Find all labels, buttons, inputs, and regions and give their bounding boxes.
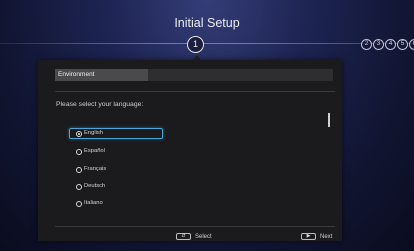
language-label: Español <box>84 148 105 154</box>
step-indicator: 3 <box>373 39 384 50</box>
language-option-espanol[interactable]: Español <box>69 146 163 157</box>
language-label: Deutsch <box>84 183 106 189</box>
language-option-english[interactable]: English <box>69 128 163 139</box>
language-option-italiano[interactable]: Italiano <box>69 198 163 209</box>
radio-icon <box>76 148 82 155</box>
language-option-francais[interactable]: Français <box>69 164 163 175</box>
step-row: 2 3 4 5 6 <box>361 39 414 50</box>
panel-header: Environment <box>55 69 333 81</box>
scroll-indicator[interactable] <box>328 113 330 127</box>
select-hint[interactable]: ⇵ Select <box>176 233 212 240</box>
language-prompt: Please select your language: <box>56 101 144 108</box>
step-indicator: 4 <box>385 39 396 50</box>
up-down-arrows-icon: ⇵ <box>176 233 191 240</box>
divider <box>55 91 335 92</box>
step-indicator: 2 <box>361 39 372 50</box>
current-step-indicator: 1 <box>187 36 204 53</box>
language-label: Français <box>84 166 107 172</box>
next-button[interactable]: ▶ Next <box>301 233 332 240</box>
page-title: Initial Setup <box>174 16 240 30</box>
step-indicator: 6 <box>409 39 414 50</box>
radio-icon <box>76 183 82 190</box>
language-label: Italiano <box>84 200 103 206</box>
radio-icon <box>76 166 82 173</box>
tab-environment[interactable]: Environment <box>55 69 148 81</box>
step-indicator: 5 <box>397 39 408 50</box>
language-option-deutsch[interactable]: Deutsch <box>69 181 163 192</box>
setup-panel: Environment Please select your language:… <box>38 60 342 241</box>
radio-icon <box>76 200 82 207</box>
progress-line <box>0 43 414 44</box>
next-label: Next <box>320 233 333 240</box>
select-label: Select <box>195 233 212 240</box>
radio-selected-icon <box>76 130 82 137</box>
play-icon: ▶ <box>301 233 316 240</box>
language-label: English <box>84 130 104 136</box>
divider <box>55 226 335 227</box>
